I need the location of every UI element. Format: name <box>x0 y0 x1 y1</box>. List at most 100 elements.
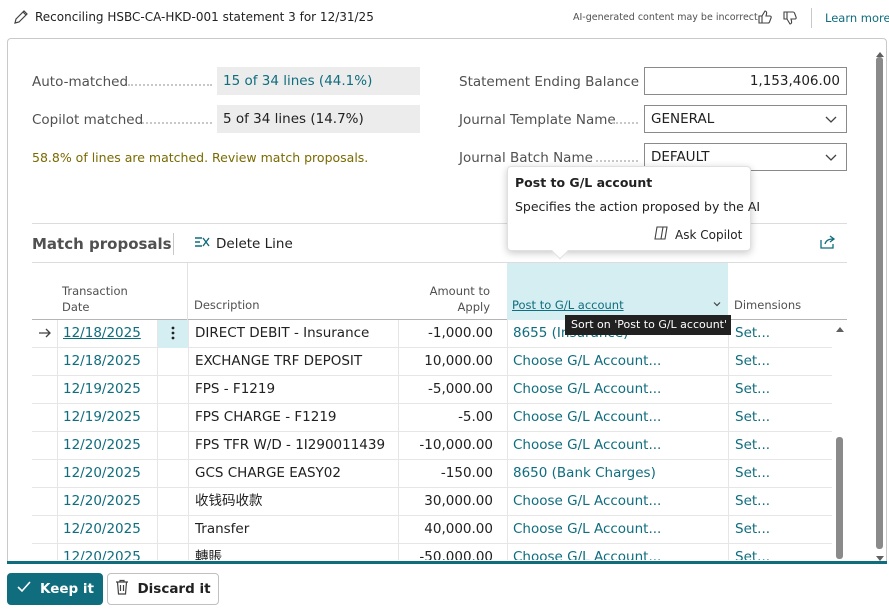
row-gl-account[interactable]: Choose G/L Account... <box>507 544 728 560</box>
share-icon[interactable] <box>819 234 837 254</box>
column-amount-line1: Amount to <box>429 284 490 298</box>
panel-scrollbar-thumb[interactable] <box>876 57 883 549</box>
trash-icon <box>115 579 129 599</box>
row-date[interactable]: 12/19/2025 <box>57 404 157 432</box>
row-date[interactable]: 12/20/2025 <box>57 460 157 488</box>
cell-divider <box>728 348 729 376</box>
table-row[interactable]: 12/19/2025 FPS CHARGE - F1219 -5.00 Choo… <box>32 404 832 432</box>
row-gl-account[interactable]: 8650 (Bank Charges) <box>507 460 728 488</box>
ai-disclaimer: AI-generated content may be incorrect <box>573 12 758 23</box>
discard-it-button[interactable]: Discard it <box>107 573 219 605</box>
row-gl-account[interactable]: Choose G/L Account... <box>507 348 728 376</box>
row-description: DIRECT DEBIT - Insurance <box>195 325 370 341</box>
row-gl-account[interactable]: Choose G/L Account... <box>507 516 728 544</box>
row-date[interactable]: 12/20/2025 <box>57 488 157 516</box>
copilot-matched-dots <box>142 122 212 124</box>
cell-divider <box>728 404 729 432</box>
row-date[interactable]: 12/20/2025 <box>57 544 157 560</box>
cell-divider <box>57 404 58 432</box>
discard-it-label: Discard it <box>137 581 211 597</box>
cell-divider <box>728 544 729 560</box>
column-dimensions[interactable]: Dimensions <box>734 297 801 313</box>
column-date-line2: Date <box>62 300 90 314</box>
row-dimensions[interactable]: Set... <box>728 320 832 348</box>
cell-divider <box>157 376 158 404</box>
toolbar-separator <box>173 233 174 255</box>
cell-divider <box>188 432 189 460</box>
chevron-down-icon <box>824 112 838 130</box>
cell-divider <box>507 376 508 404</box>
row-dimensions[interactable]: Set... <box>728 488 832 516</box>
row-dimensions[interactable]: Set... <box>728 376 832 404</box>
panel-scroll-down-icon[interactable] <box>875 552 885 567</box>
row-dimensions[interactable]: Set... <box>728 516 832 544</box>
row-date[interactable]: 12/18/2025 <box>57 348 157 376</box>
table-scrollbar-thumb[interactable] <box>836 437 843 559</box>
thumbs-down-icon[interactable] <box>782 10 798 30</box>
row-amount: -5.00 <box>458 409 493 425</box>
cell-divider <box>398 432 399 460</box>
thumbs-up-icon[interactable] <box>757 9 773 29</box>
column-date[interactable]: Transaction Date <box>62 283 128 315</box>
row-dimensions[interactable]: Set... <box>728 544 832 560</box>
row-dimensions[interactable]: Set... <box>728 460 832 488</box>
ending-balance-field[interactable]: 1,153,406.00 <box>644 67 847 95</box>
sort-tooltip: Sort on 'Post to G/L account' <box>565 315 731 335</box>
row-gl-account[interactable]: Choose G/L Account... <box>507 376 728 404</box>
column-gl-account[interactable]: Post to G/L account <box>512 297 624 313</box>
cell-divider <box>398 376 399 404</box>
row-date[interactable]: 12/18/2025 <box>57 320 157 348</box>
table-scroll-up-icon[interactable] <box>835 322 845 337</box>
row-amount: -5,000.00 <box>428 381 493 397</box>
row-gl-account[interactable]: Choose G/L Account... <box>507 432 728 460</box>
cell-divider <box>188 460 189 488</box>
delete-line-button[interactable]: Delete Line <box>194 235 293 253</box>
row-amount: -150.00 <box>440 465 493 481</box>
row-gl-account[interactable]: Choose G/L Account... <box>507 404 728 432</box>
row-description: FPS CHARGE - F1219 <box>195 409 337 425</box>
cell-divider <box>188 376 189 404</box>
row-menu-icon[interactable] <box>158 320 188 348</box>
row-dimensions[interactable]: Set... <box>728 404 832 432</box>
row-date[interactable]: 12/20/2025 <box>57 516 157 544</box>
column-amount[interactable]: Amount to Apply <box>412 283 490 315</box>
cell-divider <box>188 516 189 544</box>
row-gl-account[interactable]: Choose G/L Account... <box>507 488 728 516</box>
keep-it-label: Keep it <box>40 581 94 597</box>
template-dots <box>612 122 638 124</box>
column-tooltip: Post to G/L account Specifies the action… <box>507 166 760 260</box>
panel-scroll-up-icon[interactable] <box>875 47 885 62</box>
copilot-icon <box>652 225 670 244</box>
column-description[interactable]: Description <box>194 297 260 313</box>
row-dimensions[interactable]: Set... <box>728 432 832 460</box>
table-row[interactable]: 12/20/2025 GCS CHARGE EASY02 -150.00 865… <box>32 460 832 488</box>
check-icon <box>16 580 32 598</box>
keep-it-button[interactable]: Keep it <box>7 573 103 605</box>
chevron-down-icon[interactable] <box>712 297 722 313</box>
ask-copilot-button[interactable]: Ask Copilot <box>652 225 742 244</box>
table-row[interactable]: 12/19/2025 FPS - F1219 -5,000.00 Choose … <box>32 376 832 404</box>
table-row[interactable]: 12/20/2025 Transfer 40,000.00 Choose G/L… <box>32 516 832 544</box>
table-row[interactable]: 12/20/2025 FPS TFR W/D - 1I290011439 -10… <box>32 432 832 460</box>
template-select[interactable]: GENERAL <box>644 105 847 133</box>
cell-divider <box>728 488 729 516</box>
cell-divider <box>728 460 729 488</box>
table-row[interactable]: 12/20/2025 收钱码收款 30,000.00 Choose G/L Ac… <box>32 488 832 516</box>
delete-line-icon <box>194 235 210 253</box>
table-row[interactable]: 12/20/2025 轉賬 -50,000.00 Choose G/L Acco… <box>32 544 832 560</box>
cell-divider <box>157 460 158 488</box>
template-value: GENERAL <box>651 111 715 127</box>
row-dimensions[interactable]: Set... <box>728 348 832 376</box>
delete-line-label: Delete Line <box>216 236 293 252</box>
cell-divider <box>57 488 58 516</box>
row-date[interactable]: 12/19/2025 <box>57 376 157 404</box>
learn-more-link[interactable]: Learn more <box>825 11 889 25</box>
batch-label: Journal Batch Name <box>459 150 593 166</box>
auto-matched-value[interactable]: 15 of 34 lines (44.1%) <box>217 67 420 95</box>
cell-divider <box>398 544 399 560</box>
table-body: 12/18/2025 DIRECT DEBIT - Insurance -1,0… <box>32 320 832 560</box>
row-date[interactable]: 12/20/2025 <box>57 432 157 460</box>
table-header: Transaction Date Description Amount to A… <box>32 262 847 320</box>
cell-divider <box>188 348 189 376</box>
table-row[interactable]: 12/18/2025 EXCHANGE TRF DEPOSIT 10,000.0… <box>32 348 832 376</box>
